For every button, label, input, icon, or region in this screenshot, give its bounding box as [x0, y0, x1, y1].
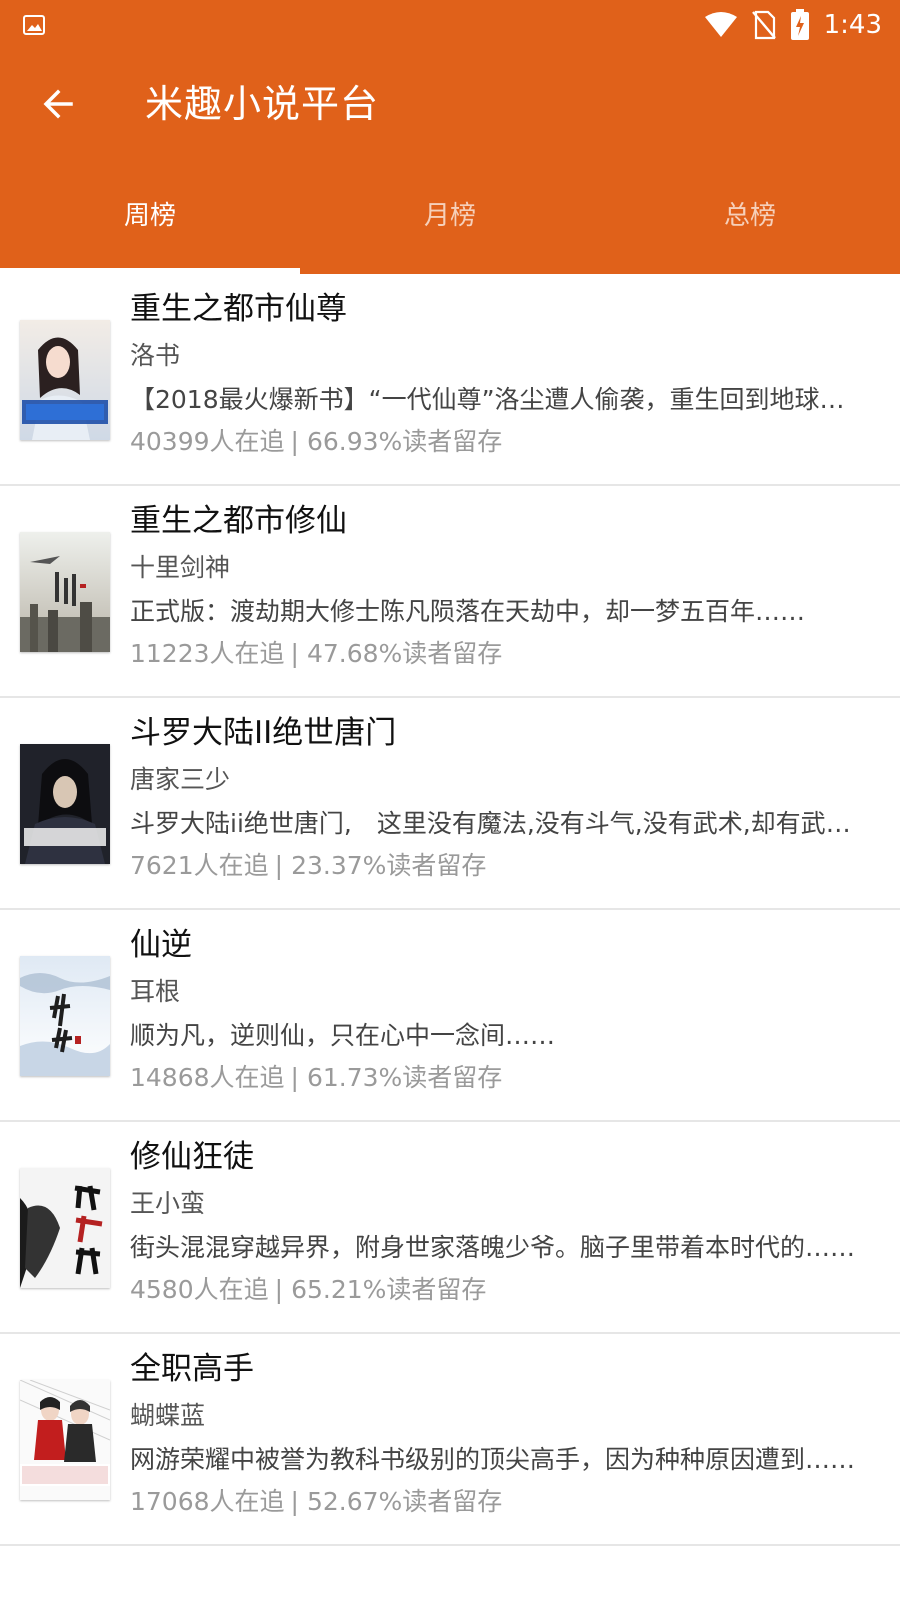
- battery-charging-icon: [790, 9, 810, 41]
- app-bar: 米趣小说平台: [0, 50, 900, 162]
- followers-count: 11223人在追: [130, 639, 285, 668]
- stats-separator: |: [274, 851, 284, 880]
- book-cover: [20, 1380, 110, 1500]
- list-item[interactable]: 斗罗大陆II绝世唐门 唐家三少 斗罗大陆ii绝世唐门, 这里没有魔法,没有斗气,…: [0, 698, 900, 910]
- book-author: 十里剑神: [130, 553, 231, 582]
- followers-count: 4580人在追: [130, 1275, 269, 1304]
- page-title: 米趣小说平台: [145, 82, 380, 126]
- book-stats: 11223人在追 | 47.68%读者留存: [130, 634, 870, 676]
- book-cover: [20, 744, 110, 864]
- book-title: 修仙狂徒: [130, 1139, 254, 1175]
- status-bar: 1:43: [0, 0, 900, 50]
- book-description: 正式版：渡劫期大修士陈凡陨落在天劫中，却一梦五百年……: [130, 597, 806, 626]
- book-cover: [20, 532, 110, 652]
- book-stats: 14868人在追 | 61.73%读者留存: [130, 1058, 870, 1100]
- no-sim-icon: [751, 10, 776, 40]
- book-author: 洛书: [130, 341, 181, 370]
- back-button[interactable]: [30, 78, 86, 134]
- retention-rate: 65.21%读者留存: [291, 1275, 487, 1304]
- list-item[interactable]: 全职高手 蝴蝶蓝 网游荣耀中被誉为教科书级别的顶尖高手，因为种种原因遭到…… 1…: [0, 1334, 900, 1546]
- retention-rate: 61.73%读者留存: [306, 1063, 503, 1092]
- retention-rate: 23.37%读者留存: [291, 851, 487, 880]
- book-cover: [20, 320, 110, 440]
- book-list: 重生之都市仙尊 洛书 【2018最火爆新书】“一代仙尊”洛尘遭人偷袭，重生回到地…: [0, 274, 900, 1546]
- book-stats: 40399人在追 | 66.93%读者留存: [130, 422, 870, 464]
- retention-rate: 66.93%读者留存: [306, 427, 503, 456]
- tab-monthly[interactable]: 月榜: [300, 162, 600, 274]
- book-author: 唐家三少: [130, 765, 231, 794]
- book-description: 街头混混穿越异界，附身世家落魄少爷。脑子里带着本时代的……: [130, 1233, 856, 1262]
- list-item[interactable]: 重生之都市修仙 十里剑神 正式版：渡劫期大修士陈凡陨落在天劫中，却一梦五百年………: [0, 486, 900, 698]
- book-title: 仙逆: [130, 927, 192, 963]
- book-cover: [20, 1168, 110, 1288]
- arrow-left-icon: [41, 87, 75, 125]
- book-description: 斗罗大陆ii绝世唐门, 这里没有魔法,没有斗气,没有武术,却有武魂……: [130, 809, 860, 838]
- book-description: 顺为凡，逆则仙，只在心中一念间……: [130, 1021, 556, 1050]
- followers-count: 7621人在追: [130, 851, 269, 880]
- followers-count: 17068人在追: [130, 1487, 285, 1516]
- tab-label: 总榜: [723, 200, 776, 231]
- book-description: 网游荣耀中被誉为教科书级别的顶尖高手，因为种种原因遭到……: [130, 1445, 856, 1474]
- book-description: 【2018最火爆新书】“一代仙尊”洛尘遭人偷袭，重生回到地球……: [130, 385, 860, 414]
- wifi-icon: [704, 11, 738, 39]
- retention-rate: 47.68%读者留存: [306, 639, 503, 668]
- list-item[interactable]: 重生之都市仙尊 洛书 【2018最火爆新书】“一代仙尊”洛尘遭人偷袭，重生回到地…: [0, 274, 900, 486]
- stats-separator: |: [290, 427, 299, 456]
- book-stats: 17068人在追 | 52.67%读者留存: [130, 1482, 870, 1524]
- tab-weekly[interactable]: 周榜: [0, 162, 300, 274]
- book-cover: [20, 956, 110, 1076]
- book-author: 耳根: [130, 977, 181, 1006]
- stats-separator: |: [290, 639, 299, 668]
- tab-label: 周榜: [123, 200, 176, 231]
- status-icons: 1:43: [690, 8, 882, 42]
- stats-separator: |: [274, 1275, 284, 1304]
- stats-separator: |: [290, 1063, 299, 1092]
- followers-count: 14868人在追: [130, 1063, 285, 1092]
- list-item[interactable]: 仙逆 耳根 顺为凡，逆则仙，只在心中一念间…… 14868人在追 | 61.73%读…: [0, 910, 900, 1122]
- tab-label: 月榜: [423, 200, 476, 231]
- stats-separator: |: [290, 1487, 299, 1516]
- book-author: 王小蛮: [130, 1189, 206, 1218]
- book-title: 斗罗大陆II绝世唐门: [130, 715, 397, 751]
- tab-bar: 周榜 月榜 总榜: [0, 162, 900, 274]
- book-title: 重生之都市仙尊: [130, 291, 347, 327]
- book-stats: 7621人在追 | 23.37%读者留存: [130, 846, 870, 888]
- list-item[interactable]: 修仙狂徒 王小蛮 街头混混穿越异界，附身世家落魄少爷。脑子里带着本时代的…… 4…: [0, 1122, 900, 1334]
- book-title: 重生之都市修仙: [130, 503, 347, 539]
- retention-rate: 52.67%读者留存: [306, 1487, 503, 1516]
- image-icon: [22, 13, 46, 37]
- followers-count: 40399人在追: [130, 427, 285, 456]
- book-author: 蝴蝶蓝: [130, 1401, 206, 1430]
- book-title: 全职高手: [130, 1351, 254, 1387]
- status-time: 1:43: [823, 10, 882, 40]
- book-stats: 4580人在追 | 65.21%读者留存: [130, 1270, 870, 1312]
- tab-total[interactable]: 总榜: [600, 162, 900, 274]
